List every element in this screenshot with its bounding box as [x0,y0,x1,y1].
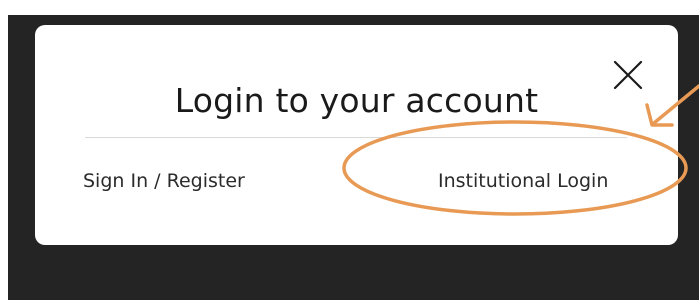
close-button[interactable] [611,58,645,92]
login-modal: Login to your account Sign In / Register… [35,25,678,245]
tab-sign-in-register[interactable]: Sign In / Register [83,169,245,193]
modal-title: Login to your account [174,81,539,120]
tab-institutional-login[interactable]: Institutional Login [438,169,608,193]
divider [85,137,627,138]
close-icon [613,60,643,90]
